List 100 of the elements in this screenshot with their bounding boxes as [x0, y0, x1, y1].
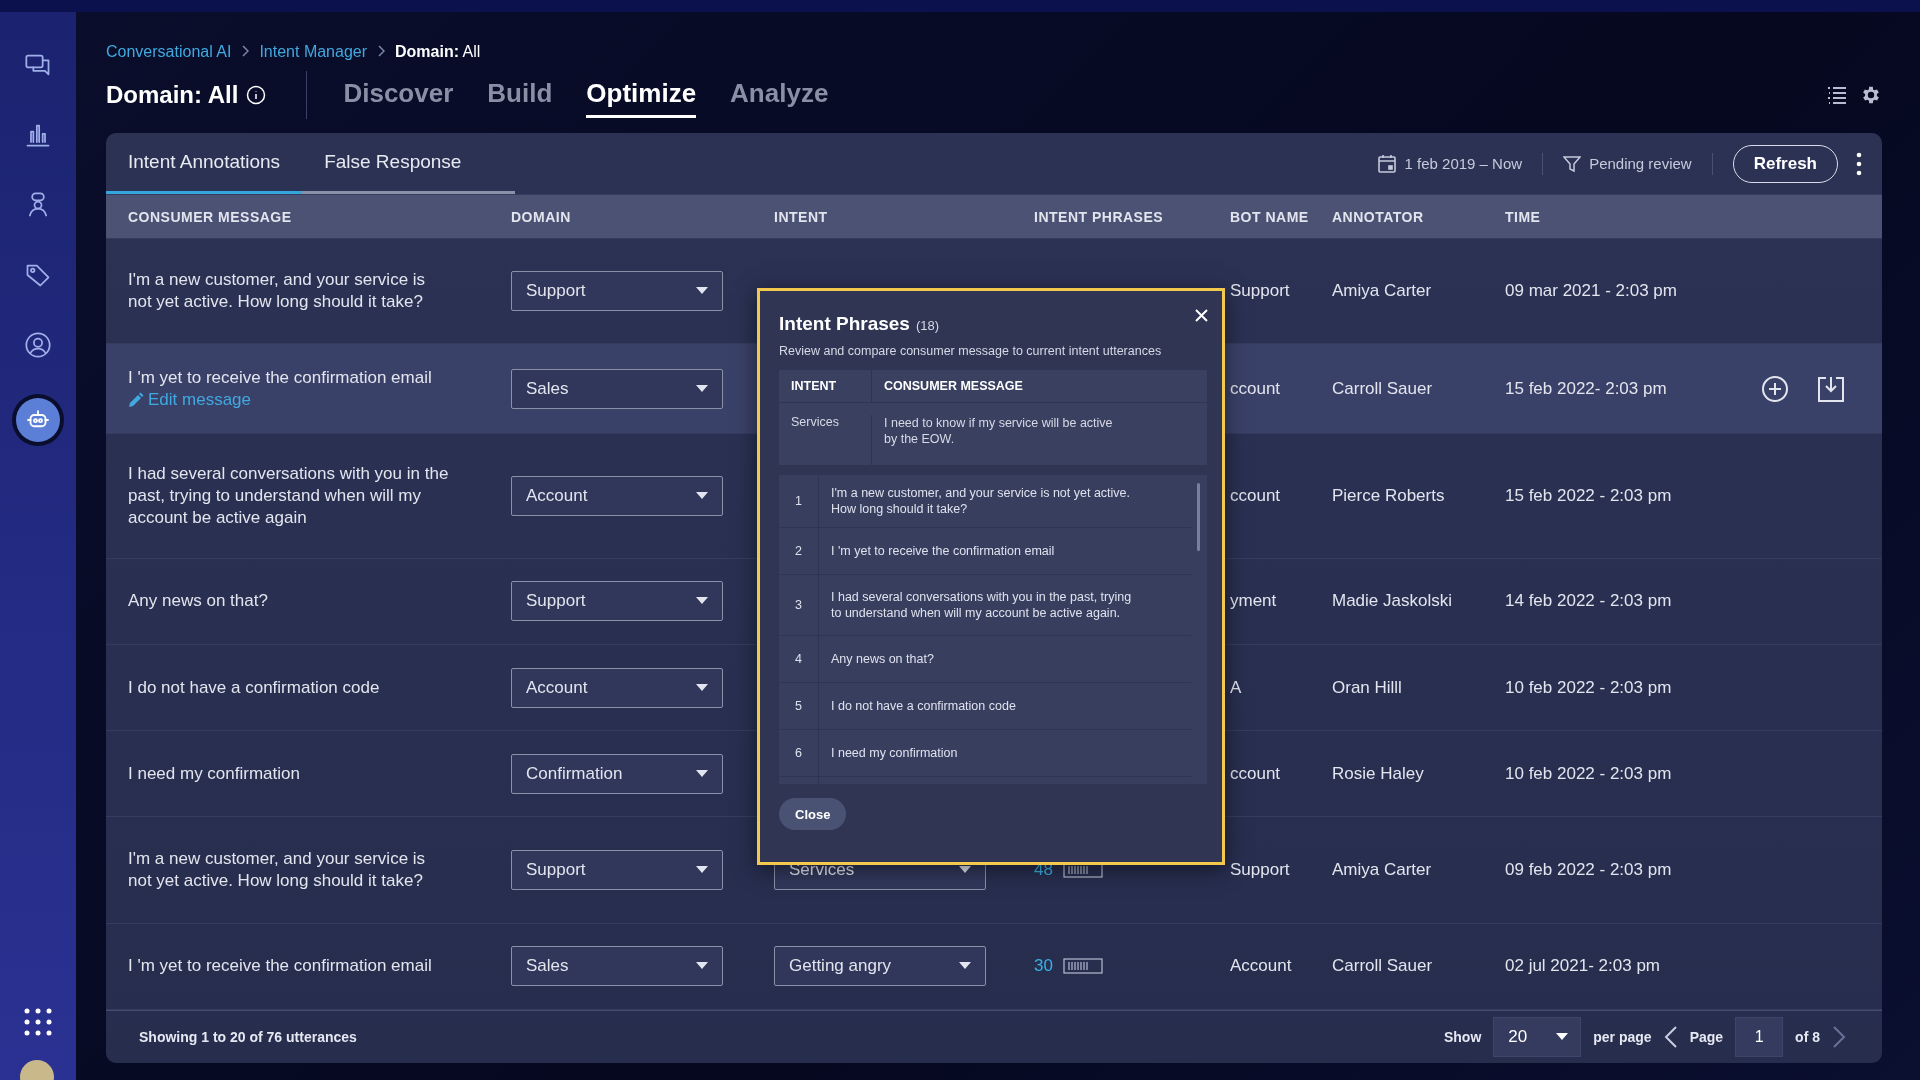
- row-number: 4: [779, 636, 819, 682]
- nav-tab[interactable]: Optimize: [586, 72, 697, 118]
- next-page-icon[interactable]: [1832, 1025, 1846, 1048]
- nav-tab[interactable]: Build: [487, 72, 553, 118]
- dialog-subtitle: Review and compare consumer message to current intent utterances: [779, 344, 1163, 358]
- domain-dropdown[interactable]: Sales: [511, 368, 723, 409]
- phrase-text: Any news on that?: [830, 651, 935, 668]
- caret-icon: [696, 683, 708, 692]
- bot-name: yment: [1230, 591, 1278, 612]
- page-label: Page: [1689, 1028, 1724, 1045]
- show-label: Show: [1443, 1028, 1482, 1045]
- page-input[interactable]: 1: [1735, 1016, 1784, 1057]
- filter-label[interactable]: Pending review: [1589, 155, 1692, 173]
- domain-dropdown[interactable]: Support: [511, 581, 723, 622]
- bot-name: ccount: [1230, 486, 1282, 506]
- message-text: I do not have a confirmation code: [128, 677, 380, 697]
- timestamp: 15 feb 2022 - 2:03 pm: [1505, 486, 1673, 506]
- timestamp: 10 feb 2022 - 2:03 pm: [1505, 677, 1673, 698]
- message-text: Any news on that?: [128, 591, 268, 611]
- annotator-name: Carroll Sauer: [1332, 378, 1434, 399]
- phrase-text: I need my confirmation: [830, 745, 959, 762]
- more-icon[interactable]: [1856, 151, 1862, 176]
- phrase-text: I 'm yet to receive the confirmation email: [830, 543, 1056, 560]
- meter-icon: [1062, 862, 1103, 879]
- domain-dropdown[interactable]: Account: [511, 667, 723, 708]
- annotator-name: Carroll Sauer: [1332, 956, 1434, 977]
- breadcrumb-link[interactable]: Conversational AI: [106, 43, 232, 61]
- message-text: I 'm yet to receive the confirmation email: [128, 367, 432, 387]
- list-icon[interactable]: [1826, 84, 1848, 106]
- table-row[interactable]: I 'm yet to receive the confirmation email Sales Getting angry 30 Account Carroll Sauer 02 jul 2021- 2:03 pm: [106, 924, 1882, 1010]
- row-number: 2: [779, 528, 819, 574]
- edit-message-link[interactable]: Edit message: [128, 388, 453, 411]
- caret-icon: [696, 286, 708, 295]
- column-header: INTENT: [790, 379, 838, 393]
- bot-name: Account: [1230, 956, 1293, 977]
- breadcrumb-current: Domain: All: [395, 43, 481, 61]
- date-range[interactable]: 1 feb 2019 – Now: [1404, 155, 1523, 173]
- domain-dropdown[interactable]: Confirmation: [511, 753, 723, 794]
- timestamp: 15 feb 2022- 2:03 pm: [1505, 378, 1668, 399]
- message-text: I 'm yet to receive the confirmation email: [128, 956, 432, 976]
- timestamp: 02 jul 2021- 2:03 pm: [1505, 956, 1661, 977]
- download-tray-icon[interactable]: [1817, 374, 1845, 403]
- close-button[interactable]: Close: [779, 798, 847, 830]
- annotator-name: Amiya Carter: [1332, 860, 1433, 881]
- bot-name: Support: [1230, 860, 1291, 881]
- annotator-name: Oran Hilll: [1332, 677, 1403, 698]
- nav-tab[interactable]: Analyze: [730, 72, 829, 118]
- phrase-text: I'm a new customer, and your service is not yet active. How long should it take?: [830, 485, 1132, 518]
- apps-grid-icon[interactable]: [24, 1008, 52, 1036]
- per-page-label: per page: [1593, 1028, 1652, 1045]
- info-icon[interactable]: [246, 85, 267, 105]
- message-cell: I need to know if my service will be active by the EOW.: [871, 415, 1207, 465]
- domain-dropdown[interactable]: Sales: [511, 946, 723, 987]
- message-text: I had several conversations with you in the past, trying to understand when will my account be active again: [128, 464, 449, 527]
- domain-dropdown[interactable]: Account: [511, 476, 723, 516]
- pencil-icon: [128, 391, 144, 408]
- caret-icon: [696, 597, 708, 606]
- column-header: INTENT PHRASES: [1034, 208, 1165, 225]
- column-header: CONSUMER MESSAGE: [871, 370, 1207, 402]
- annotator-name: Pierce Roberts: [1332, 486, 1446, 506]
- row-number: 1: [779, 475, 819, 527]
- annotator-name: Rosie Haley: [1332, 763, 1425, 784]
- intent-dropdown[interactable]: Getting angry: [774, 946, 986, 987]
- caret-icon: [696, 962, 708, 971]
- message-text: I'm a new customer, and your service is not yet active. How long should it take?: [128, 269, 426, 311]
- bot-name: A: [1230, 677, 1243, 698]
- phrase-text: I had several conversations with you in the past, trying to understand when will my account be active again.: [830, 589, 1133, 622]
- calendar-icon[interactable]: [1376, 153, 1397, 174]
- column-header: INTENT: [774, 208, 829, 225]
- phrase-count[interactable]: 30: [1034, 956, 1053, 977]
- meter-icon: [1062, 958, 1103, 975]
- message-text: I need my confirmation: [128, 763, 300, 783]
- intent-cell-text: Services: [790, 415, 840, 431]
- row-number: 5: [779, 683, 819, 729]
- page-size-select[interactable]: 20: [1493, 1016, 1582, 1057]
- domain-dropdown[interactable]: Support: [511, 270, 723, 311]
- add-icon[interactable]: [1761, 374, 1789, 403]
- phrase-total: (18): [915, 318, 940, 333]
- chevron-right-icon: [377, 45, 386, 57]
- breadcrumb-link[interactable]: Intent Manager: [259, 43, 368, 61]
- page-title: Domain: All: [106, 81, 239, 109]
- annotator-name: Amiya Carter: [1332, 280, 1433, 301]
- phrase-text: I do not have a confirmation code: [830, 698, 1017, 715]
- page-count: of 8: [1795, 1028, 1820, 1045]
- filter-icon[interactable]: [1563, 154, 1582, 173]
- sidebar-item[interactable]: [16, 398, 60, 442]
- timestamp: 10 feb 2022 - 2:03 pm: [1505, 763, 1673, 784]
- chevron-right-icon: [241, 45, 250, 57]
- dialog-title: Intent Phrases: [779, 313, 910, 335]
- caret-icon: [696, 492, 708, 500]
- nav-tab[interactable]: Discover: [343, 72, 454, 118]
- caret-icon: [1556, 1032, 1569, 1041]
- scrollbar[interactable]: [1197, 483, 1200, 551]
- caret-icon: [696, 769, 708, 778]
- domain-dropdown[interactable]: Support: [511, 850, 723, 891]
- settings-icon[interactable]: [1860, 84, 1882, 106]
- previous-page-icon[interactable]: [1663, 1025, 1678, 1048]
- caret-icon: [959, 962, 971, 971]
- timestamp: 09 mar 2021 - 2:03 pm: [1505, 280, 1678, 301]
- caret-icon: [696, 866, 708, 875]
